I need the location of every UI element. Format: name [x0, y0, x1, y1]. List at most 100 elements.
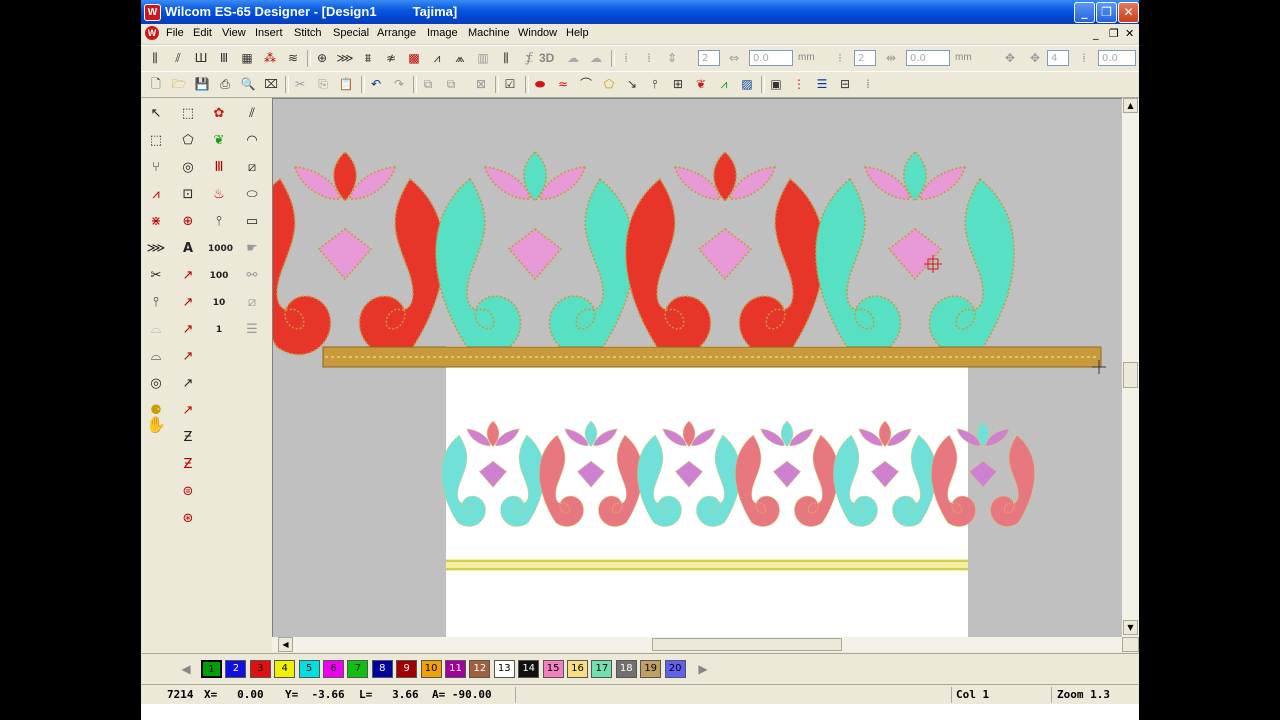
- grid-spacing-icon[interactable]: ⁞: [617, 49, 635, 67]
- check-icon[interactable]: ☑: [501, 75, 519, 93]
- scroll-up-button[interactable]: ▲: [1123, 98, 1138, 113]
- show-vectors-icon[interactable]: ▣: [767, 75, 785, 93]
- 3d-warp-button[interactable]: 3D: [539, 51, 554, 65]
- properties-icon[interactable]: ⌧: [262, 75, 280, 93]
- print-icon[interactable]: ⎙: [216, 75, 234, 93]
- feather-run-icon[interactable]: ↗: [177, 400, 199, 422]
- menu-stitch[interactable]: Stitch: [294, 27, 322, 39]
- cut-icon[interactable]: ✂: [291, 75, 309, 93]
- complex-fill-icon[interactable]: ⬚: [177, 103, 199, 125]
- title-bar[interactable]: W Wilcom ES-65 Designer - [Design1 Tajim…: [141, 0, 1139, 24]
- edit-shape-icon[interactable]: ⧄: [241, 157, 263, 179]
- menu-file[interactable]: File: [166, 27, 184, 39]
- binoculars-icon[interactable]: ⚯: [241, 265, 263, 287]
- design-area[interactable]: [273, 99, 1123, 638]
- branching-icon[interactable]: ⫯: [145, 292, 167, 314]
- design-info-icon[interactable]: ⁞: [859, 75, 877, 93]
- color-swatch-1[interactable]: 1: [201, 660, 222, 678]
- color-swatch-6[interactable]: 6: [323, 660, 344, 678]
- monogram-icon[interactable]: ⊕: [177, 211, 199, 233]
- save-icon[interactable]: 💾: [193, 75, 211, 93]
- menu-special[interactable]: Special: [333, 27, 369, 39]
- triple-run-icon[interactable]: ⩕: [451, 49, 469, 67]
- main-border-design[interactable]: [273, 150, 1102, 368]
- vertical-scrollbar[interactable]: ▲ ▼: [1122, 98, 1139, 637]
- zigzag-run-icon[interactable]: Ƶ: [177, 427, 199, 449]
- redo-icon[interactable]: ↷: [390, 75, 408, 93]
- fill-stitch-icon[interactable]: ⫼: [146, 49, 164, 67]
- flower-icon[interactable]: ✿: [208, 103, 230, 125]
- cloud-outline-icon[interactable]: ☁: [587, 49, 605, 67]
- palette-left-arrow[interactable]: ◀: [176, 660, 196, 678]
- stop-hand-icon[interactable]: ✋: [145, 414, 167, 436]
- scroll-left-button[interactable]: ◀: [278, 637, 293, 652]
- cursor-move-icon[interactable]: ☛: [241, 238, 263, 260]
- show-outlines-icon[interactable]: ≈: [554, 75, 572, 93]
- color-swatch-8[interactable]: 8: [371, 660, 393, 678]
- ungroup-icon[interactable]: ⧉: [442, 75, 460, 93]
- cloud-icon[interactable]: ☁: [564, 49, 582, 67]
- circle-digitize-icon[interactable]: ◎: [177, 157, 199, 179]
- scroll-down-button[interactable]: ▼: [1123, 620, 1138, 635]
- color-swatch-17[interactable]: 17: [591, 660, 613, 678]
- palette-right-arrow[interactable]: ▶: [693, 660, 713, 678]
- color-swatch-15[interactable]: 15: [542, 660, 564, 678]
- raised-satin-icon[interactable]: ⫼: [497, 49, 515, 67]
- mdi-restore-button[interactable]: ❐: [1109, 27, 1119, 40]
- stitch-list-icon[interactable]: ☰: [813, 75, 831, 93]
- curved-fill-icon[interactable]: ⨋: [520, 49, 538, 67]
- maximize-button[interactable]: ❐: [1096, 2, 1117, 23]
- line-run-icon[interactable]: ↗: [177, 265, 199, 287]
- dot-pattern-icon[interactable]: ⊜: [177, 481, 199, 503]
- tatami-stitch-icon[interactable]: ▦: [238, 49, 256, 67]
- wave-stitch-icon[interactable]: ≋: [284, 49, 302, 67]
- move-cross-icon[interactable]: ✥: [1001, 49, 1019, 67]
- menu-machine[interactable]: Machine: [468, 27, 510, 39]
- color-swatch-19[interactable]: 19: [640, 660, 662, 678]
- color-swatch-18[interactable]: 18: [615, 660, 637, 678]
- show-stitches-icon[interactable]: ⬬: [531, 75, 549, 93]
- menu-image[interactable]: Image: [427, 27, 458, 39]
- view-list-icon[interactable]: ☰: [241, 319, 263, 341]
- color-swatch-4[interactable]: 4: [274, 660, 296, 678]
- stitch-edit-icon[interactable]: ⩘: [145, 184, 167, 206]
- copy-icon[interactable]: ⎘: [314, 75, 332, 93]
- color-swatch-11[interactable]: 11: [445, 660, 466, 678]
- travel-10-button[interactable]: 10: [208, 292, 230, 314]
- color-swatch-16[interactable]: 16: [567, 660, 588, 678]
- new-icon[interactable]: 🗋: [147, 75, 165, 93]
- backtrack-icon[interactable]: ↗: [177, 292, 199, 314]
- travel-100-button[interactable]: 100: [208, 265, 230, 287]
- object-properties-icon[interactable]: ⊟: [836, 75, 854, 93]
- trapunto-icon[interactable]: ▩: [405, 49, 423, 67]
- column-stitch-icon[interactable]: Ш: [192, 49, 210, 67]
- draw-pattern-icon[interactable]: ⧄: [241, 292, 263, 314]
- gap-width-spinner[interactable]: 0.0: [906, 50, 950, 66]
- color-swatch-2[interactable]: 2: [225, 660, 247, 678]
- show-functions-icon[interactable]: ⫯: [646, 75, 664, 93]
- mdi-close-button[interactable]: ✕: [1125, 27, 1134, 40]
- radial-fill-icon[interactable]: ⊕: [313, 49, 331, 67]
- group-icon[interactable]: ⧉: [419, 75, 437, 93]
- jagged-edge-icon[interactable]: ▥: [474, 49, 492, 67]
- show-bitmap-icon[interactable]: ▨: [738, 75, 756, 93]
- zigzag-icon[interactable]: ⩘: [428, 49, 446, 67]
- menu-arrange[interactable]: Arrange: [377, 27, 416, 39]
- stipple-fill-icon[interactable]: ≉: [382, 49, 400, 67]
- artistic-view-icon[interactable]: ⩘: [715, 75, 733, 93]
- knife-icon[interactable]: ✂: [145, 265, 167, 287]
- pull-comp-icon[interactable]: ✥: [1026, 49, 1044, 67]
- lock-icon[interactable]: ⊠: [472, 75, 490, 93]
- red-zigzag-icon[interactable]: Ƶ: [177, 454, 199, 476]
- stitch-length-spinner[interactable]: 0.0: [749, 50, 793, 66]
- pattern-stitch-icon[interactable]: Ⅲ: [215, 49, 233, 67]
- row-count-icon[interactable]: ⁝: [831, 49, 849, 67]
- contour-fill-icon[interactable]: ⋙: [336, 49, 354, 67]
- color-swatch-10[interactable]: 10: [420, 660, 442, 678]
- cross-stitch-icon[interactable]: ⁂: [261, 49, 279, 67]
- ellipse-icon[interactable]: ⬭: [241, 184, 263, 206]
- repeat-icon[interactable]: ↗: [177, 319, 199, 341]
- auto-digitize-icon[interactable]: ♨: [208, 184, 230, 206]
- menu-insert[interactable]: Insert: [255, 27, 283, 39]
- undo-icon[interactable]: ↶: [367, 75, 385, 93]
